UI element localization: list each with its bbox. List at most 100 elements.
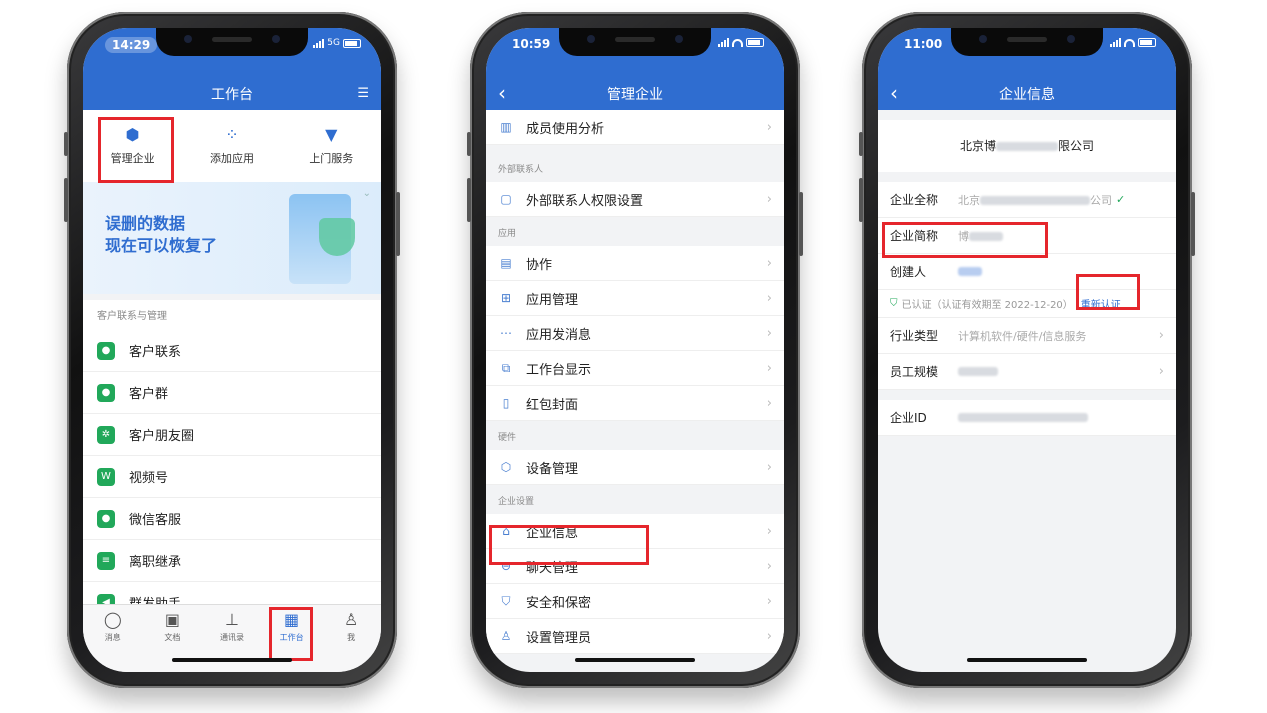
group-label: 硬件	[486, 421, 784, 450]
phone-manage: 10:59 ‹ 管理企业 ▥ 成员使用分析 › 外部联系人 ▢ 外部联系人权限设置 › …	[467, 12, 803, 688]
quick-action-service[interactable]: ▼ 上门服务	[282, 110, 381, 182]
workbench-grid-icon: ▦	[284, 610, 300, 629]
tab-me[interactable]: ♙ 我	[321, 611, 381, 672]
apps-grid-icon: ⁘	[225, 125, 239, 144]
quick-actions: ⬢ 管理企业 ⁘ 添加应用 ▼ 上门服务	[83, 110, 381, 182]
promo-banner[interactable]: ⌄ 误删的数据 现在可以恢复了	[83, 182, 381, 294]
signal-icon	[313, 38, 325, 48]
home-indicator	[575, 658, 695, 662]
network-label: 5G	[327, 38, 340, 48]
person-icon: ♙	[344, 610, 359, 629]
shield-check-icon: ⛉	[890, 298, 898, 309]
collab-icon: ▤	[500, 256, 512, 270]
screen-workbench: 14:29 5G 工作台 ☰ ⬢ 管理企业 ⁘ 添加应用 ▼ 上门服务 ⌄ 误删…	[83, 28, 381, 672]
admin-person-icon: ♙	[500, 629, 512, 643]
chat-bubble-icon: ◯	[103, 610, 122, 629]
chevron-right-icon: ›	[1158, 328, 1164, 343]
section-label: 客户联系与管理	[83, 300, 381, 330]
tab-docs[interactable]: ▣ 文档	[143, 611, 203, 672]
shield-check-icon: ⛉	[501, 594, 511, 608]
home-indicator	[172, 658, 292, 662]
group-label: 外部联系人	[486, 153, 784, 182]
menu-row[interactable]: ♙ 设置管理员 ›	[486, 619, 784, 654]
menu-row[interactable]: ▤ 协作 ›	[486, 246, 784, 281]
display-icon: ⧉	[501, 361, 511, 375]
menu-row[interactable]: ⬡ 设备管理 ›	[486, 450, 784, 485]
page-title: 企业信息	[999, 87, 1055, 103]
menu-row[interactable]: ⋯ 应用发消息 ›	[486, 316, 784, 351]
wifi-icon	[732, 38, 743, 47]
page-title: 工作台	[211, 87, 253, 103]
battery-icon	[746, 38, 764, 47]
toggle-icon: ⊖	[500, 559, 512, 573]
signal-icon	[718, 38, 729, 47]
status-icons	[1110, 38, 1156, 47]
shield-chart-icon	[319, 218, 355, 256]
quick-action-manage[interactable]: ⬢ 管理企业	[83, 110, 182, 182]
tab-messages[interactable]: ◯ 消息	[83, 611, 143, 672]
screen-company-info: 11:00 ‹ 企业信息 北京博 限公司 企业全称 北京 公司 ✓ 企业简称 博…	[878, 28, 1176, 672]
field-creator: 创建人	[878, 254, 1176, 290]
phone-company-info: 11:00 ‹ 企业信息 北京博 限公司 企业全称 北京 公司 ✓ 企业简称 博…	[859, 12, 1195, 688]
field-company-id: 企业ID	[878, 400, 1176, 436]
menu-row-company-info[interactable]: ⌂ 企业信息 ›	[486, 514, 784, 549]
battery-icon	[343, 38, 361, 48]
recertify-link[interactable]: 重新认证	[1081, 296, 1121, 311]
message-icon: ⋯	[500, 326, 512, 340]
menu-row[interactable]: ⊞ 应用管理 ›	[486, 281, 784, 316]
filter-menu-icon[interactable]: ☰	[357, 86, 369, 101]
certification-status: ⛉ 已认证（认证有效期至 2022-12-20） 重新认证	[878, 290, 1176, 318]
status-time: 10:59	[512, 37, 551, 51]
group-icon: ●	[97, 383, 115, 402]
wifi-icon	[1124, 38, 1135, 47]
list-item[interactable]: ● 客户联系	[83, 330, 381, 372]
contact-card-icon: ▢	[500, 192, 512, 206]
list-item[interactable]: W 视频号	[83, 456, 381, 498]
chevron-right-icon: ›	[766, 191, 772, 207]
home-indicator	[967, 658, 1087, 662]
home-icon: ⌂	[502, 524, 510, 538]
menu-row[interactable]: ▯ 红包封面 ›	[486, 386, 784, 421]
field-short-name[interactable]: 企业简称 博	[878, 218, 1176, 254]
group-label: 应用	[486, 217, 784, 246]
service-icon: ●	[97, 509, 115, 528]
list-item[interactable]: ✲ 客户朋友圈	[83, 414, 381, 456]
chevron-right-icon: ›	[766, 119, 772, 135]
chevron-down-icon[interactable]: ⌄	[363, 188, 371, 199]
bar-chart-icon: ▥	[500, 120, 512, 134]
field-size[interactable]: 员工规模 ›	[878, 354, 1176, 390]
status-icons	[718, 38, 764, 47]
menu-row[interactable]: ⊖ 聊天管理 ›	[486, 549, 784, 584]
menu-row[interactable]: ⧉ 工作台显示 ›	[486, 351, 784, 386]
quick-action-add-app[interactable]: ⁘ 添加应用	[182, 110, 281, 182]
menu-row[interactable]: ⛉ 安全和保密 ›	[486, 584, 784, 619]
list-item[interactable]: ● 微信客服	[83, 498, 381, 540]
field-industry[interactable]: 行业类型 计算机软件/硬件/信息服务 ›	[878, 318, 1176, 354]
verified-check-icon: ✓	[1116, 193, 1126, 206]
video-icon: W	[97, 467, 115, 486]
chat-icon: ●	[97, 341, 115, 360]
phone-workbench: 14:29 5G 工作台 ☰ ⬢ 管理企业 ⁘ 添加应用 ▼ 上门服务 ⌄ 误删…	[64, 12, 400, 688]
list-item[interactable]: ● 客户群	[83, 372, 381, 414]
status-time: 14:29	[105, 37, 158, 53]
company-name: 北京博 限公司	[878, 120, 1176, 172]
battery-icon	[1138, 38, 1156, 47]
inherit-icon: ≡	[97, 551, 115, 570]
tool-list: ●客户联系 ●客户群 ✲客户朋友圈 W视频号 ●微信客服 ≡离职继承 ◀群发助手	[83, 330, 381, 624]
screen-manage: 10:59 ‹ 管理企业 ▥ 成员使用分析 › 外部联系人 ▢ 外部联系人权限设置 › …	[486, 28, 784, 672]
org-chart-icon: ⊥	[225, 610, 239, 629]
signal-icon	[1110, 38, 1121, 47]
tab-workbench[interactable]: ▦ 工作台	[262, 611, 322, 672]
list-item[interactable]: ≡ 离职继承	[83, 540, 381, 582]
moments-icon: ✲	[97, 425, 115, 444]
hexagon-icon: ⬢	[125, 125, 140, 144]
cube-icon: ⬡	[500, 460, 512, 474]
page-title: 管理企业	[607, 87, 663, 103]
document-icon: ▣	[164, 610, 180, 629]
menu-row[interactable]: ▥ 成员使用分析 ›	[486, 110, 784, 145]
company-id-section: 企业ID	[878, 400, 1176, 436]
company-fields: 企业全称 北京 公司 ✓ 企业简称 博 创建人 ⛉ 已认证（认证有效期至 2022…	[878, 182, 1176, 390]
menu-row[interactable]: ▢ 外部联系人权限设置 ›	[486, 182, 784, 217]
status-icons: 5G	[313, 38, 361, 48]
tab-contacts[interactable]: ⊥ 通讯录	[202, 611, 262, 672]
